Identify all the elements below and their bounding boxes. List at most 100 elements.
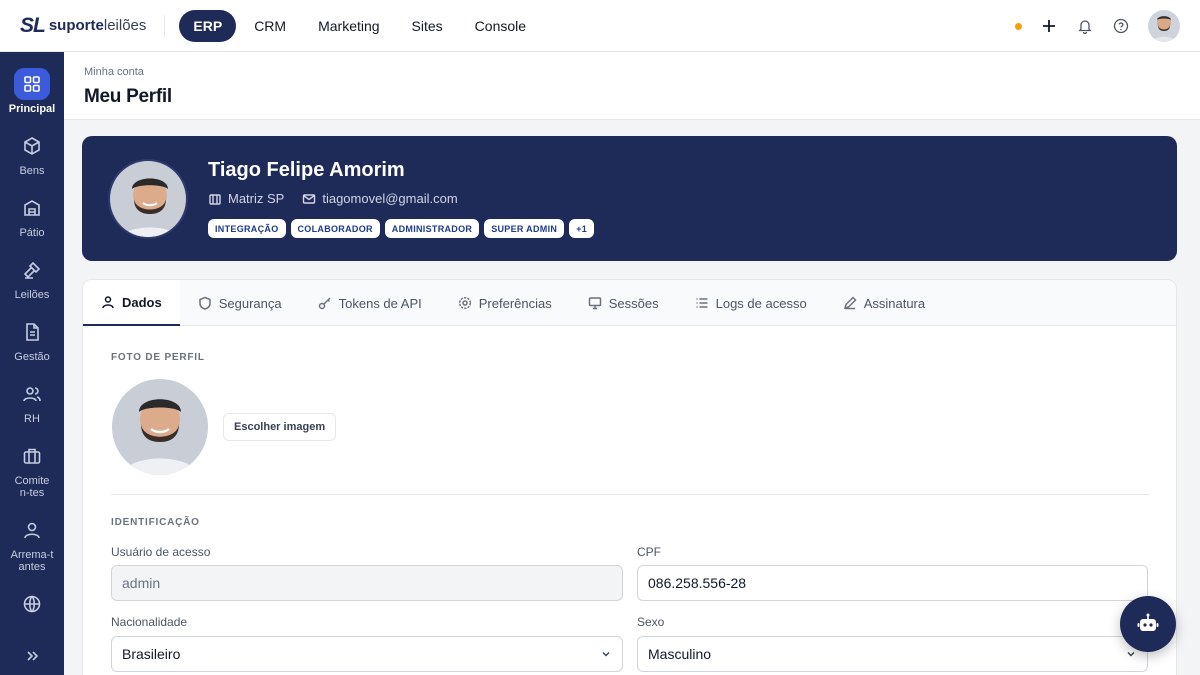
username-field[interactable]: admin (111, 565, 623, 601)
user-icon (102, 296, 114, 309)
role-badge: INTEGRAÇÃO (208, 219, 286, 238)
mail-icon (303, 193, 316, 204)
sex-value: Masculino (648, 646, 712, 662)
top-bar: SL suporteleilões ERP CRM Marketing Site… (0, 0, 1200, 52)
sex-label: Sexo (637, 615, 665, 629)
top-actions (1015, 0, 1180, 52)
shield-icon (198, 296, 211, 310)
profile-banner: Tiago Felipe Amorim Matriz SP tiagomovel… (82, 136, 1177, 261)
top-nav: ERP CRM Marketing Sites Console (179, 9, 540, 42)
tab-label: Tokens de API (338, 295, 422, 311)
logo-name-light: leilões (103, 17, 147, 34)
sidebar-item-label: Pátio (19, 227, 45, 239)
robot-icon (1137, 613, 1159, 631)
bell-icon[interactable] (1076, 17, 1094, 35)
sidebar-item-sites[interactable] (0, 588, 64, 623)
monitor-icon (588, 297, 601, 310)
choose-image-button[interactable]: Escolher imagem (223, 413, 337, 441)
tab-label: Assinatura (863, 295, 926, 311)
role-badges: INTEGRAÇÃO COLABORADOR ADMINISTRADOR SUP… (208, 219, 595, 238)
building-icon (209, 193, 221, 205)
gavel-icon (14, 254, 50, 286)
sidebar-item-arrematantes[interactable]: Arrema-tantes (0, 514, 64, 573)
role-badge: ADMINISTRADOR (384, 219, 480, 238)
tab-label: Sessões (608, 295, 659, 311)
logo-mark: SL (20, 13, 46, 37)
more-roles-badge[interactable]: +1 (569, 219, 595, 238)
section-title-identification: IDENTIFICAÇÃO (111, 517, 200, 528)
nationality-label: Nacionalidade (111, 615, 188, 629)
grid-icon (14, 68, 50, 100)
avatar[interactable] (1148, 10, 1180, 42)
role-badge: SUPER ADMIN (484, 219, 565, 238)
role-badge: COLABORADOR (290, 219, 380, 238)
tab-assinatura[interactable]: Assinatura (825, 280, 943, 326)
divider (164, 14, 166, 37)
sidebar: Principal Bens Pátio Leilões Gestão RH C… (0, 52, 64, 675)
tab-dados[interactable]: Dados (83, 280, 180, 326)
plus-icon[interactable] (1040, 17, 1058, 35)
profile-avatar (108, 159, 188, 239)
user-icon (14, 514, 50, 546)
chevron-down-icon (1127, 652, 1135, 657)
sidebar-item-label: RH (24, 413, 40, 425)
brand-logo[interactable]: SL suporteleilões (20, 0, 146, 52)
warehouse-icon (14, 192, 50, 224)
sex-select[interactable]: Masculino (637, 636, 1148, 672)
section-title-photo: FOTO DE PERFIL (111, 352, 205, 363)
tab-tokens-api[interactable]: Tokens de API (300, 280, 440, 326)
globe-icon (14, 588, 50, 620)
username-label: Usuário de acesso (111, 545, 211, 559)
tab-label: Dados (122, 294, 162, 310)
profile-card: Dados Segurança Tokens de API Preferênci… (82, 279, 1177, 675)
nav-item-sites[interactable]: Sites (398, 10, 457, 42)
tab-sessoes[interactable]: Sessões (570, 280, 677, 326)
profile-email: tiagomovel@gmail.com (322, 191, 458, 206)
section-divider (111, 494, 1149, 495)
tab-logs-acesso[interactable]: Logs de acesso (677, 280, 825, 326)
logo-name-bold: suporte (48, 17, 104, 34)
page-title: Meu Perfil (84, 86, 172, 107)
sidebar-item-label: Gestão (14, 351, 50, 363)
sidebar-item-label: Comiten-tes (14, 475, 50, 499)
profile-branch: Matriz SP (228, 191, 285, 206)
sidebar-item-label: Leilões (14, 289, 50, 301)
sidebar-item-rh[interactable]: RH (0, 378, 64, 425)
tab-label: Logs de acesso (715, 295, 807, 311)
nav-item-crm[interactable]: CRM (240, 10, 300, 42)
sidebar-item-leiloes[interactable]: Leilões (0, 254, 64, 301)
key-icon (318, 297, 331, 310)
tab-label: Segurança (218, 295, 282, 311)
sidebar-item-bens[interactable]: Bens (0, 130, 64, 177)
profile-photo (112, 379, 208, 475)
tab-bar: Dados Segurança Tokens de API Preferênci… (83, 280, 1176, 326)
sidebar-item-label: Bens (19, 165, 45, 177)
nationality-select[interactable]: Brasileiro (111, 636, 623, 672)
nav-item-erp[interactable]: ERP (179, 9, 237, 42)
cpf-field[interactable]: 086.258.556-28 (637, 565, 1148, 601)
users-icon (14, 378, 50, 410)
pen-icon (843, 296, 857, 310)
tab-seguranca[interactable]: Segurança (180, 280, 300, 326)
assistant-bot-button[interactable] (1120, 596, 1176, 652)
nav-item-marketing[interactable]: Marketing (304, 10, 393, 42)
help-icon[interactable] (1112, 17, 1130, 35)
document-icon (14, 316, 50, 348)
gear-icon (458, 296, 471, 310)
nav-item-console[interactable]: Console (461, 10, 540, 42)
sidebar-item-comitentes[interactable]: Comiten-tes (0, 440, 64, 499)
page-header: Minha conta Meu Perfil (64, 52, 1200, 120)
chevron-down-icon (602, 652, 610, 657)
briefcase-icon (14, 440, 50, 472)
profile-name: Tiago Felipe Amorim (208, 159, 405, 181)
sidebar-item-gestao[interactable]: Gestão (0, 316, 64, 363)
sidebar-item-patio[interactable]: Pátio (0, 192, 64, 239)
tab-preferencias[interactable]: Preferências (440, 280, 570, 326)
breadcrumb[interactable]: Minha conta (84, 66, 144, 78)
expand-sidebar-button[interactable] (0, 640, 64, 675)
status-indicator (1015, 22, 1022, 30)
cpf-label: CPF (637, 545, 661, 559)
sidebar-item-label: Principal (8, 103, 56, 115)
sidebar-item-principal[interactable]: Principal (0, 68, 64, 115)
chevrons-right-icon (14, 640, 50, 672)
